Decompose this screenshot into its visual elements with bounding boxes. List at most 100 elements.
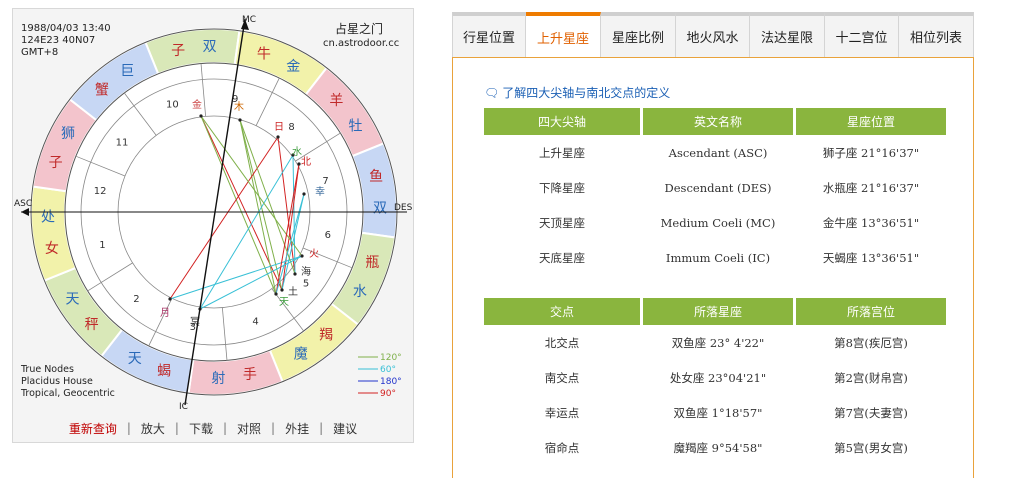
legend-item: 90° [358,389,396,399]
planet-glyph: 北 [301,156,311,168]
tab-firdaria[interactable]: 法达星限 [750,12,825,58]
suggest-button[interactable]: 建议 [331,420,359,437]
legend-note: Placidus House [21,376,93,387]
tab-elements[interactable]: 地火风水 [676,12,750,58]
aspect-legend: 120° 60° 180° 90° [358,353,402,399]
legend-item: 60° [358,365,396,375]
table-cell: 第5宫(男女宫) [834,440,908,455]
table-header: 所落星座 [643,298,793,325]
tab-bar: 行星位置 上升星座 星座比例 地火风水 法达星限 十二宫位 相位列表 [452,12,974,58]
compare-button[interactable]: 对照 [235,420,263,437]
table-cell: 天蝎座 13°36'51" [822,250,920,265]
table-cell: Descendant (DES) [664,180,772,195]
house-number: 5 [303,279,309,290]
tab-sign-ratio[interactable]: 星座比例 [601,12,676,58]
table-header-row: 四大尖轴 英文名称 星座位置 [484,108,946,135]
table-header: 英文名称 [643,108,793,135]
table-header: 交点 [484,298,640,325]
planet-glyph: 木 [234,101,244,113]
table-row: 上升星座 Ascendant (ASC) 狮子座 21°16'37" [484,135,946,170]
definition-link[interactable]: 🗨 了解四大尖轴与南北交点的定义 [484,84,670,101]
planet-glyph: 幸 [315,186,325,198]
legend-label: 90° [380,389,396,399]
sign-glyph: 子 [171,43,185,59]
planet-glyph: 海 [301,265,311,278]
table-cell: 第2宫(财帛宫) [834,370,908,385]
table-cell: Medium Coeli (MC) [660,215,776,230]
table-cell: 狮子座 21°16'37" [822,145,920,160]
asc-label: ASC [14,199,32,209]
planet-dot [302,192,306,196]
table-row: 幸运点 双鱼座 1°18'57" 第7宫(夫妻宫) [484,395,946,430]
table-row: 南交点 处女座 23°04'21" 第2宫(财帛宫) [484,360,946,395]
table-row: 天底星座 Immum Coeli (IC) 天蝎座 13°36'51" [484,240,946,275]
table-cell: 天顶星座 [539,215,585,230]
planet-glyph: 火 [309,248,319,260]
planet-dot [276,135,280,139]
planet-dot [274,292,278,296]
house-number: 4 [252,316,258,327]
house-number: 2 [133,294,139,305]
planet-glyph: 土 [288,285,298,298]
sign-glyph: 鱼 [369,168,383,185]
tab-houses[interactable]: 十二宫位 [825,12,899,58]
table-cell: 处女座 23°04'21" [669,370,767,385]
sign-glyph: 巨 [120,63,134,79]
legend-notes: True Nodes Placidus House Tropical, Geoc… [20,364,115,399]
sign-glyph: 蝎 [157,363,171,379]
house-number: 10 [166,100,179,111]
table-row: 宿命点 魔羯座 9°54'58" 第5宫(男女宫) [484,430,946,465]
des-label: DES [394,203,413,213]
sign-glyph: 双 [373,201,387,217]
sign-glyph: 双 [203,39,217,55]
table-cell: 双鱼座 23° 4'22" [671,335,765,350]
chart-coords: 124E23 40N07 [21,35,95,46]
sign-glyph: 射 [211,371,225,387]
sign-glyph: 水 [353,284,367,300]
sign-glyph: 天 [65,292,79,308]
axis-table: 四大尖轴 英文名称 星座位置 上升星座 Ascendant (ASC) 狮子座 … [481,108,949,275]
tab-ascendant[interactable]: 上升星座 [526,12,601,58]
legend-note: True Nodes [20,364,74,375]
house-number: 6 [325,230,331,241]
house-number: 1 [99,240,105,251]
legend-item: 120° [358,353,402,363]
content-panel: 🗨 了解四大尖轴与南北交点的定义 四大尖轴 英文名称 星座位置 上升星座 Asce… [452,57,974,478]
table-cell: 上升星座 [539,145,585,160]
chart-date: 1988/04/03 13:40 [21,23,111,34]
toolbar-separator: | [174,421,179,435]
planet-glyph: 金 [192,98,202,111]
download-button[interactable]: 下载 [187,420,215,437]
planet-dot [293,272,297,276]
planet-glyph: 天 [279,297,289,308]
sign-glyph: 羯 [319,327,333,343]
sign-glyph: 狮 [61,126,75,142]
definition-link-text: 了解四大尖轴与南北交点的定义 [502,86,671,100]
planet-dot [199,114,203,118]
legend-item: 180° [358,377,402,387]
requery-button[interactable]: 重新查询 [67,420,119,437]
table-cell: 水瓶座 21°16'37" [822,180,920,195]
zoom-button[interactable]: 放大 [139,420,167,437]
question-icon: 🗨 [484,86,500,100]
ic-label: IC [179,402,188,412]
brand-name: 占星之门 [335,21,383,36]
toolbar-separator: | [222,421,228,435]
table-cell: 金牛座 13°36'51" [822,215,920,230]
table-header: 四大尖轴 [484,108,640,135]
legend-label: 60° [380,365,396,375]
table-header: 所落宫位 [796,298,946,325]
planet-dot [168,297,172,301]
node-table: 交点 所落星座 所落宫位 北交点 双鱼座 23° 4'22" 第8宫(疾厄宫) … [481,298,949,465]
tab-aspects[interactable]: 相位列表 [899,12,974,58]
house-number: 7 [322,176,328,187]
tab-planet-positions[interactable]: 行星位置 [452,12,526,58]
table-header: 星座位置 [796,108,946,135]
plugin-button[interactable]: 外挂 [283,420,311,437]
legend-label: 120° [380,353,402,363]
planet-glyph: 日 [274,122,284,133]
house-number: 11 [116,137,129,148]
legend-label: 180° [380,377,402,387]
planet-dot [238,118,242,122]
sign-glyph: 牛 [257,47,271,63]
